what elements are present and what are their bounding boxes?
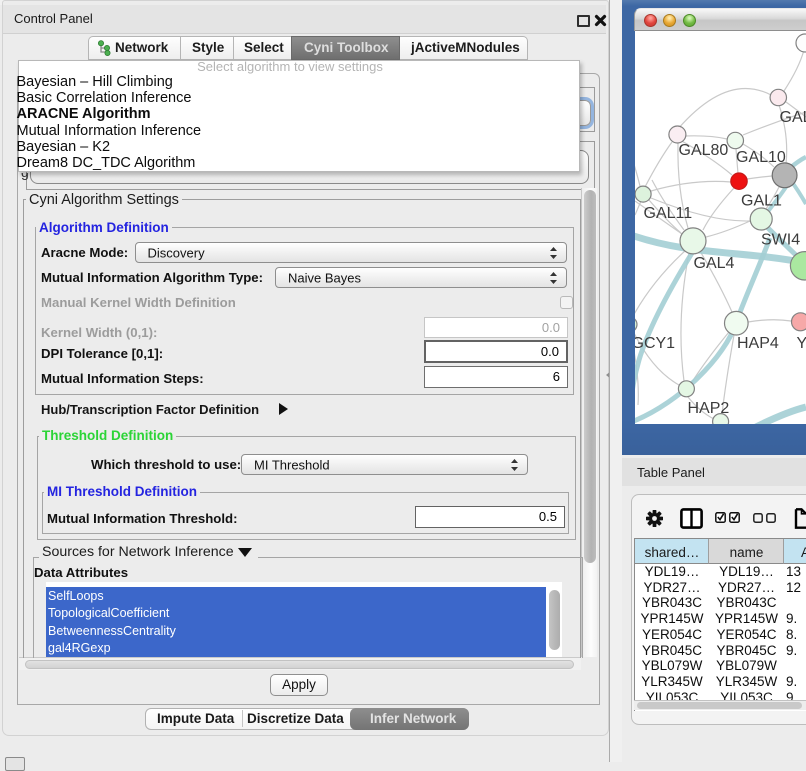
svg-text:GAL7: GAL7 — [780, 109, 806, 126]
svg-text:HAP4: HAP4 — [737, 335, 779, 352]
svg-text:GAL80: GAL80 — [679, 142, 729, 159]
svg-text:GAL10: GAL10 — [736, 149, 786, 166]
svg-text:GCY1: GCY1 — [635, 335, 675, 352]
svg-text:HAP2: HAP2 — [688, 400, 730, 417]
svg-text:GAL11: GAL11 — [644, 205, 693, 222]
svg-text:GAL4: GAL4 — [694, 255, 735, 272]
svg-text:GAL1: GAL1 — [741, 193, 782, 210]
svg-text:SWI4: SWI4 — [761, 232, 800, 249]
svg-text:YE: YE — [797, 335, 806, 352]
